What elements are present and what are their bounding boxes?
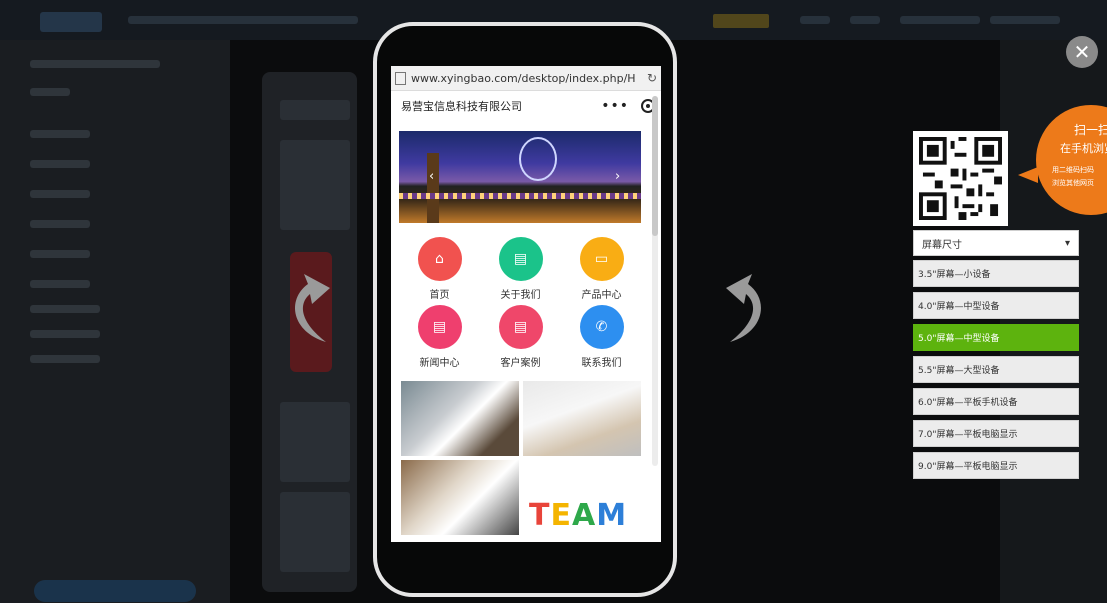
scan-tip-line2: 在手机浏览 xyxy=(1060,142,1107,155)
screen-size-option[interactable]: 9.0"屏幕—平板电脑显示 xyxy=(913,452,1079,479)
nav-item-cases[interactable]: ▤ 客户案例 xyxy=(480,305,561,369)
phone-icon: ✆ xyxy=(579,305,624,349)
background-sidebar-row xyxy=(30,330,100,338)
screen-size-option[interactable]: 3.5"屏幕—小设备 xyxy=(913,260,1079,287)
photo-stationery[interactable] xyxy=(401,460,519,535)
banner-next-icon[interactable]: › xyxy=(615,169,620,184)
background-block xyxy=(280,140,350,230)
mini-program-titlebar: 易营宝信息科技有限公司 ••• xyxy=(391,91,661,121)
background-nav-item xyxy=(990,16,1060,24)
close-icon: ✕ xyxy=(1073,40,1091,64)
bubble-tail xyxy=(1018,167,1038,183)
background-sidebar-row xyxy=(30,160,90,168)
background-block xyxy=(280,492,350,572)
nav-item-contact[interactable]: ✆ 联系我们 xyxy=(561,305,642,369)
banner-image[interactable]: ‹ › xyxy=(399,131,641,223)
nav-item-label: 首页 xyxy=(429,290,450,301)
document-icon: ▤ xyxy=(417,305,462,349)
background-topbar-text xyxy=(128,16,358,24)
background-sidebar-row xyxy=(30,130,90,138)
screen-size-label: 屏幕尺寸 xyxy=(922,239,962,251)
background-block xyxy=(280,402,350,482)
page-title: 易营宝信息科技有限公司 xyxy=(401,100,522,113)
nav-item-news[interactable]: ▤ 新闻中心 xyxy=(399,305,480,369)
more-menu-icon[interactable]: ••• xyxy=(601,98,629,114)
background-logo xyxy=(40,12,102,32)
photo-team[interactable]: TEAM xyxy=(523,460,641,535)
scan-tip-line4: 浏览其他网页 xyxy=(1052,179,1094,187)
background-sidebar-row xyxy=(30,88,70,96)
background-sidebar-row xyxy=(30,355,100,363)
preview-scrollbar[interactable] xyxy=(652,96,658,466)
document-icon: ▤ xyxy=(498,305,543,349)
screen-size-option[interactable]: 6.0"屏幕—平板手机设备 xyxy=(913,388,1079,415)
rotate-left-icon xyxy=(295,274,330,342)
page-icon xyxy=(395,71,406,85)
photo-tablet-desk[interactable] xyxy=(401,381,519,456)
nav-grid: ⌂ 首页 ▤ 关于我们 ▭ 产品中心 ▤ 新闻中心 ▤ 客户案例 ✆ 联系我们 xyxy=(391,237,661,369)
screen-size-option[interactable]: 4.0"屏幕—中型设备 xyxy=(913,292,1079,319)
background-sidebar-row xyxy=(30,220,90,228)
url-text[interactable]: www.xyingbao.com/desktop/index.php/H xyxy=(411,72,647,85)
qr-code xyxy=(913,131,1008,226)
phone-screen[interactable]: www.xyingbao.com/desktop/index.php/H ↻ 易… xyxy=(391,66,661,542)
nav-item-about[interactable]: ▤ 关于我们 xyxy=(480,237,561,301)
background-sidebar xyxy=(0,40,230,603)
scan-tip-line3: 用二维码扫码 xyxy=(1052,166,1094,174)
nav-item-label: 客户案例 xyxy=(500,358,541,369)
nav-item-label: 关于我们 xyxy=(500,290,541,301)
document-icon: ▤ xyxy=(498,237,543,281)
nav-item-label: 新闻中心 xyxy=(419,358,460,369)
reload-icon[interactable]: ↻ xyxy=(647,71,657,85)
screen-size-option[interactable]: 7.0"屏幕—平板电脑显示 xyxy=(913,420,1079,447)
screen-size-options: 3.5"屏幕—小设备 4.0"屏幕—中型设备 5.0"屏幕—中型设备 5.5"屏… xyxy=(913,260,1079,484)
scrollbar-thumb[interactable] xyxy=(652,96,658,236)
nav-item-products[interactable]: ▭ 产品中心 xyxy=(561,237,642,301)
nav-item-label: 产品中心 xyxy=(581,290,622,301)
background-block xyxy=(280,100,350,120)
background-sidebar-row xyxy=(30,190,90,198)
browser-url-bar[interactable]: www.xyingbao.com/desktop/index.php/H ↻ xyxy=(391,66,661,91)
photo-writing-desk[interactable] xyxy=(523,381,641,456)
screen-size-option[interactable]: 5.5"屏幕—大型设备 xyxy=(913,356,1079,383)
background-nav-item xyxy=(900,16,980,24)
banner-lights-shape xyxy=(399,193,641,199)
nav-item-label: 联系我们 xyxy=(581,358,622,369)
banner-prev-icon[interactable]: ‹ xyxy=(429,169,434,184)
home-icon: ⌂ xyxy=(417,237,462,281)
background-badge xyxy=(713,14,769,28)
rotate-left-button[interactable] xyxy=(278,270,338,350)
close-button[interactable]: ✕ xyxy=(1066,36,1098,68)
screen-size-option-selected[interactable]: 5.0"屏幕—中型设备 xyxy=(913,324,1079,351)
banner-wheel-shape xyxy=(519,137,557,181)
background-sidebar-row xyxy=(30,305,100,313)
background-sidebar-button xyxy=(34,580,196,602)
rotate-right-button[interactable] xyxy=(718,270,778,350)
nav-item-home[interactable]: ⌂ 首页 xyxy=(399,237,480,301)
box-icon: ▭ xyxy=(579,237,624,281)
qr-code-icon xyxy=(919,137,1002,220)
background-sidebar-row xyxy=(30,250,90,258)
rotate-right-icon xyxy=(726,274,761,342)
caret-down-icon: ▾ xyxy=(1064,237,1070,249)
screen-size-select[interactable]: 屏幕尺寸 ▾ xyxy=(913,230,1079,256)
background-sidebar-row xyxy=(30,60,160,68)
photo-grid: TEAM xyxy=(401,381,661,535)
background-nav-item xyxy=(850,16,880,24)
team-text: TEAM xyxy=(529,498,628,533)
scan-tip-line1: 扫一扫 xyxy=(1074,123,1107,137)
banner-tower-shape xyxy=(427,153,439,223)
background-nav-item xyxy=(800,16,830,24)
background-sidebar-row xyxy=(30,280,90,288)
